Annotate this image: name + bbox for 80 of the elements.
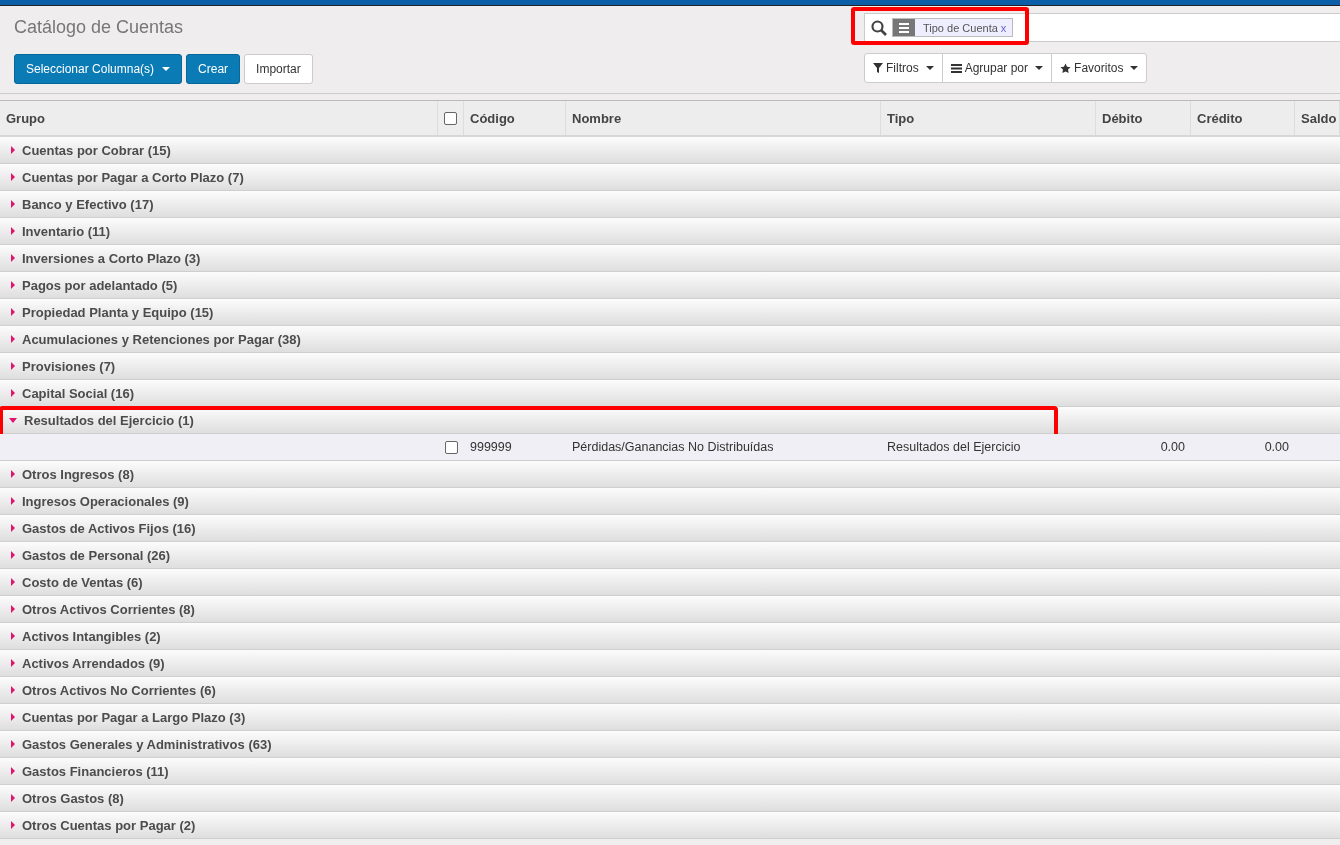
- group-row[interactable]: Otros Activos No Corrientes (6): [0, 677, 1340, 704]
- table-cell: Resultados del Ejercicio: [887, 440, 1021, 454]
- column-header[interactable]: Nombre: [566, 101, 881, 135]
- star-icon: [1060, 62, 1072, 74]
- group-row[interactable]: Gastos Generales y Administrativos (63): [0, 731, 1340, 758]
- group-row[interactable]: Capital Social (16): [0, 380, 1340, 407]
- account-row[interactable]: 999999 Pérdidas/Ganancias No Distribuídas Resultados del Ejercicio 0.00 0.00: [0, 434, 1340, 461]
- group-row[interactable]: Otros Cuentas por Pagar (2): [0, 812, 1340, 839]
- funnel-icon: [873, 63, 883, 73]
- search-field[interactable]: Tipo de Cuenta x: [864, 13, 1340, 42]
- favorites-button[interactable]: Favoritos: [1051, 53, 1148, 83]
- group-label: Otros Cuentas por Pagar (2): [22, 817, 196, 833]
- group-row[interactable]: Gastos Financieros (11): [0, 758, 1340, 785]
- group-row[interactable]: Inventario (11): [0, 218, 1340, 245]
- remove-facet-button[interactable]: x: [1000, 21, 1013, 34]
- column-header[interactable]: Saldo: [1295, 101, 1340, 135]
- group-label: Propiedad Planta y Equipo (15): [22, 304, 214, 320]
- group-label: Cuentas por Pagar a Largo Plazo (3): [22, 709, 246, 725]
- table-cell: Pérdidas/Ganancias No Distribuídas: [572, 440, 774, 454]
- column-header[interactable]: Tipo: [881, 101, 1096, 135]
- group-label: Cuentas por Pagar a Corto Plazo (7): [22, 169, 244, 185]
- search-icon: [871, 19, 887, 36]
- group-row[interactable]: Inversiones a Corto Plazo (3): [0, 245, 1340, 272]
- column-header[interactable]: Grupo: [0, 101, 438, 135]
- group-row[interactable]: Cuentas por Pagar a Largo Plazo (3): [0, 704, 1340, 731]
- group-row[interactable]: Resultados del Ejercicio (1): [0, 407, 1340, 434]
- column-header[interactable]: Débito: [1096, 101, 1191, 135]
- import-button[interactable]: Importar: [244, 54, 313, 84]
- group-label: Gastos de Activos Fijos (16): [22, 520, 196, 536]
- group-label: Provisiones (7): [22, 358, 116, 374]
- row-checkbox[interactable]: [444, 440, 458, 454]
- filters-button[interactable]: Filtros: [864, 53, 943, 83]
- group-label: Acumulaciones y Retenciones por Pagar (38): [22, 331, 301, 347]
- group-label: Otros Gastos (8): [22, 790, 124, 806]
- group-row[interactable]: Activos Arrendados (9): [0, 650, 1340, 677]
- page-title: Catálogo de Cuentas: [14, 17, 185, 39]
- group-row[interactable]: Ingresos Operacionales (9): [0, 488, 1340, 515]
- group-row[interactable]: Gastos de Personal (26): [0, 542, 1340, 569]
- group-label: Otros Activos Corrientes (8): [22, 601, 195, 617]
- group-label: Resultados del Ejercicio (1): [24, 412, 194, 428]
- column-header[interactable]: Crédito: [1191, 101, 1295, 135]
- group-row[interactable]: Provisiones (7): [0, 353, 1340, 380]
- group-row[interactable]: Cuentas por Pagar a Corto Plazo (7): [0, 164, 1340, 191]
- group-row[interactable]: Acumulaciones y Retenciones por Pagar (38): [0, 326, 1340, 353]
- group-label: Gastos Financieros (11): [22, 763, 169, 779]
- group-label: Costo de Ventas (6): [22, 574, 143, 590]
- group-row[interactable]: Costo de Ventas (6): [0, 569, 1340, 596]
- group-row[interactable]: Pagos por adelantado (5): [0, 272, 1340, 299]
- group-row[interactable]: Propiedad Planta y Equipo (15): [0, 299, 1340, 326]
- group-row[interactable]: Activos Intangibles (2): [0, 623, 1340, 650]
- table-cell: 0.00: [1264, 440, 1289, 454]
- group-label: Pagos por adelantado (5): [22, 277, 178, 293]
- group-label: Gastos Generales y Administrativos (63): [22, 736, 272, 752]
- group-label: Otros Ingresos (8): [22, 466, 134, 482]
- group-label: Otros Activos No Corrientes (6): [22, 682, 216, 698]
- select-all-checkbox[interactable]: [444, 111, 457, 125]
- group-label: Activos Intangibles (2): [22, 628, 161, 644]
- group-label: Activos Arrendados (9): [22, 655, 165, 671]
- facet-label: Tipo de Cuenta: [922, 21, 999, 34]
- group-row[interactable]: Banco y Efectivo (17): [0, 191, 1340, 218]
- group-row[interactable]: Cuentas por Cobrar (15): [0, 137, 1340, 164]
- group-label: Capital Social (16): [22, 385, 134, 401]
- create-button[interactable]: Crear: [186, 54, 241, 84]
- column-header[interactable]: Código: [464, 101, 566, 135]
- group-row[interactable]: Otros Ingresos (8): [0, 461, 1340, 488]
- group-label: Inversiones a Corto Plazo (3): [22, 250, 201, 266]
- group-label: Banco y Efectivo (17): [22, 196, 154, 212]
- menu-icon: [950, 63, 962, 73]
- select-columns-button[interactable]: Seleccionar Columna(s): [14, 54, 183, 84]
- group-row[interactable]: Otros Activos Corrientes (8): [0, 596, 1340, 623]
- group-label: Ingresos Operacionales (9): [22, 493, 189, 509]
- group-row[interactable]: Otros Gastos (8): [0, 785, 1340, 812]
- group-label: Inventario (11): [22, 223, 111, 239]
- table-cell: 999999: [470, 440, 512, 454]
- list-icon: [893, 19, 915, 36]
- group-label: Cuentas por Cobrar (15): [22, 142, 171, 158]
- group-label: Gastos de Personal (26): [22, 547, 171, 563]
- group-row[interactable]: Gastos de Activos Fijos (16): [0, 515, 1340, 542]
- group-by-button[interactable]: Agrupar por: [941, 53, 1053, 83]
- table-cell: 0.00: [1160, 440, 1185, 454]
